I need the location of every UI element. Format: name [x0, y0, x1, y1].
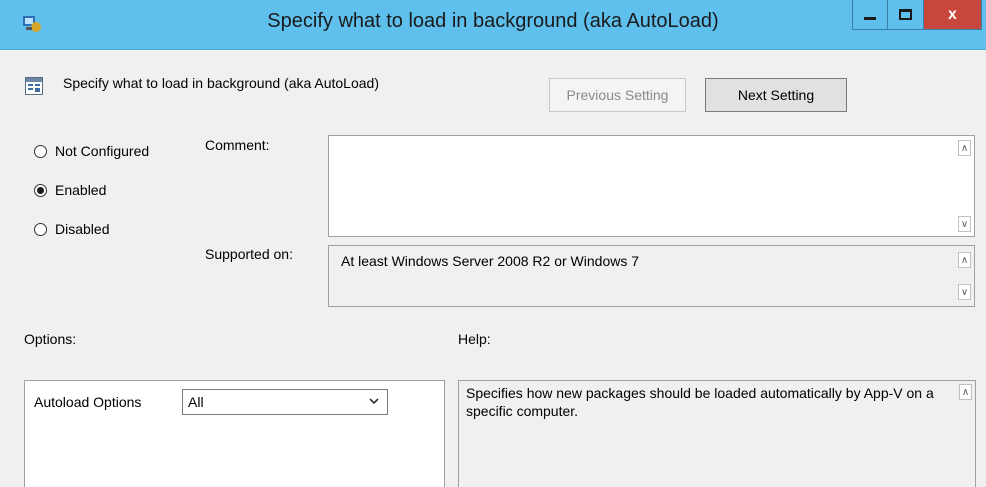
supported-on-label: Supported on: [205, 246, 293, 262]
help-label: Help: [458, 331, 491, 347]
title-bar[interactable]: Specify what to load in background (aka … [0, 0, 986, 50]
radio-label: Enabled [55, 182, 107, 198]
scroll-down-icon[interactable]: ∨ [958, 284, 971, 300]
radio-disabled[interactable]: Disabled [34, 221, 109, 237]
help-scrollbar[interactable]: ∧ [953, 381, 975, 487]
previous-setting-button[interactable]: Previous Setting [549, 78, 686, 112]
options-label: Options: [24, 331, 77, 347]
radio-circle [34, 222, 47, 236]
radio-label: Not Configured [55, 143, 150, 159]
scroll-up-icon[interactable]: ∧ [958, 140, 971, 156]
autoload-options-label: Autoload Options [34, 394, 142, 410]
help-text: Specifies how new packages should be loa… [466, 385, 934, 419]
maximize-icon [899, 9, 912, 20]
policy-setting-icon [25, 77, 43, 95]
comment-label: Comment: [205, 137, 270, 153]
scroll-down-icon[interactable]: ∨ [958, 216, 971, 232]
radio-not-configured[interactable]: Not Configured [34, 143, 149, 159]
options-panel: Autoload Options All [24, 380, 445, 487]
radio-circle [34, 144, 47, 158]
supported-on-value: At least Windows Server 2008 R2 or Windo… [341, 253, 640, 269]
chevron-down-icon [369, 398, 379, 405]
supported-scrollbar[interactable]: ∧ ∨ [955, 246, 974, 306]
supported-on-field: At least Windows Server 2008 R2 or Windo… [328, 245, 975, 307]
scroll-up-icon[interactable]: ∧ [959, 384, 972, 400]
comment-textarea[interactable]: ∧ ∨ [328, 135, 975, 237]
close-icon: x [948, 5, 957, 23]
maximize-button[interactable] [888, 0, 924, 30]
radio-enabled[interactable]: Enabled [34, 182, 106, 198]
close-button[interactable]: x [924, 0, 982, 30]
comment-scrollbar[interactable]: ∧ ∨ [955, 136, 974, 236]
next-setting-button[interactable]: Next Setting [705, 78, 847, 112]
scroll-up-icon[interactable]: ∧ [958, 252, 971, 268]
help-panel: Specifies how new packages should be loa… [458, 380, 976, 487]
radio-circle [34, 183, 47, 197]
window-title: Specify what to load in background (aka … [267, 10, 719, 32]
minimize-icon [864, 17, 876, 20]
autoload-options-value: All [188, 394, 204, 410]
autoload-options-select[interactable]: All [182, 389, 388, 415]
minimize-button[interactable] [852, 0, 888, 30]
radio-label: Disabled [55, 221, 110, 237]
radio-selected-dot [37, 186, 44, 194]
policy-title: Specify what to load in background (aka … [63, 75, 379, 91]
